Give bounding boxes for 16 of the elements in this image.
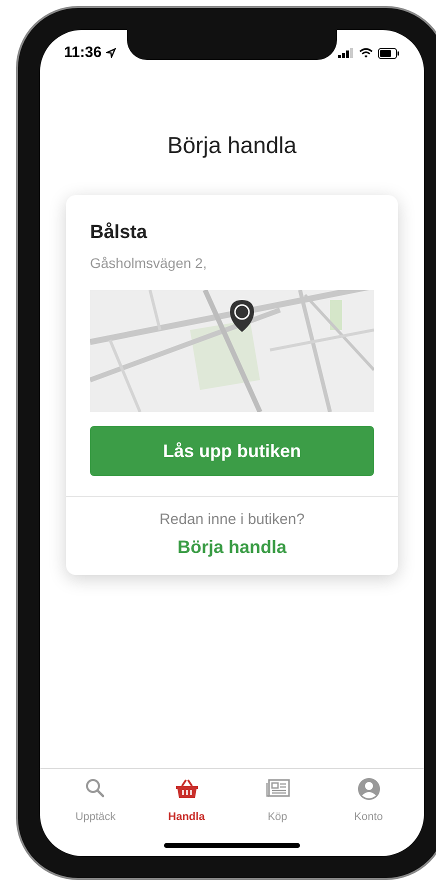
tab-item[interactable]: Konto [328,777,408,856]
signal-icon [338,48,354,58]
tab-item[interactable]: Köp [238,777,318,856]
store-address: Gåsholmsvägen 2, [90,254,208,273]
unlock-store-button[interactable]: Lås upp butiken [90,426,374,476]
basket-icon [174,777,198,801]
status-time: 11:36 [64,42,102,63]
account-icon [356,777,380,801]
battery-icon [378,48,400,58]
wifi-icon [359,48,373,58]
tab-item[interactable]: Upptäck [56,777,136,856]
prompt-text: Redan inne i butiken? [159,510,305,530]
store-name: Bålsta [90,220,148,244]
location-arrow-icon [106,48,116,58]
start-shopping-link[interactable]: Börja handla [177,534,287,560]
page-title: Börja handla [167,131,297,160]
